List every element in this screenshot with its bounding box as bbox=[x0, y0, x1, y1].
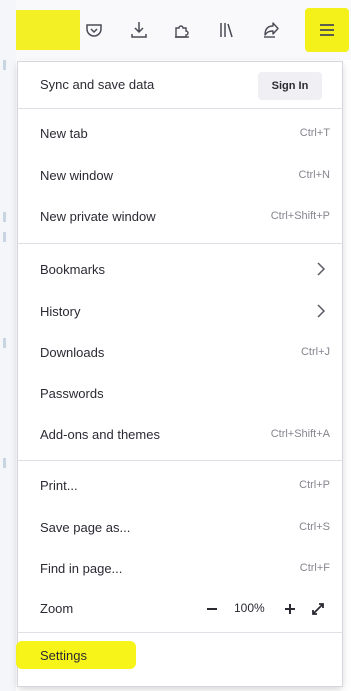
chevron-right-icon bbox=[317, 262, 326, 276]
shortcut-label: Ctrl+T bbox=[299, 127, 330, 139]
shortcut-label: Ctrl+N bbox=[298, 169, 330, 181]
menu-item-find-in-page[interactable]: Find in page... Ctrl+F bbox=[18, 549, 342, 589]
fullscreen-button[interactable] bbox=[306, 597, 330, 621]
menu-item-label: Find in page... bbox=[40, 561, 123, 576]
shortcut-label: Ctrl+F bbox=[299, 562, 330, 574]
zoom-in-button[interactable] bbox=[278, 597, 302, 621]
pocket-icon[interactable] bbox=[80, 16, 108, 44]
extensions-puzzle-icon[interactable] bbox=[168, 16, 196, 44]
menu-item-bookmarks[interactable]: Bookmarks bbox=[18, 250, 342, 290]
menu-item-save-page[interactable]: Save page as... Ctrl+S bbox=[18, 508, 342, 548]
shortcut-label: Ctrl+Shift+P bbox=[270, 210, 330, 222]
menu-item-label: Downloads bbox=[40, 345, 105, 360]
app-menu-panel: Sync and save data Sign In New tab Ctrl+… bbox=[18, 62, 342, 686]
sync-label: Sync and save data bbox=[40, 77, 155, 92]
chevron-right-icon bbox=[317, 304, 326, 318]
yellow-highlight-mark bbox=[16, 10, 80, 50]
menu-item-label: Zoom bbox=[40, 601, 74, 616]
menu-item-passwords[interactable]: Passwords bbox=[18, 374, 342, 414]
menu-item-label: Save page as... bbox=[40, 520, 131, 535]
browser-content-edge bbox=[0, 0, 16, 691]
menu-item-label: New tab bbox=[40, 126, 88, 141]
shortcut-label: Ctrl+S bbox=[299, 521, 330, 533]
plus-icon bbox=[285, 604, 295, 614]
download-icon[interactable] bbox=[125, 16, 153, 44]
sign-in-button[interactable]: Sign In bbox=[258, 72, 322, 100]
menu-item-label: New private window bbox=[40, 209, 156, 224]
menu-separator bbox=[18, 460, 342, 461]
menu-item-downloads[interactable]: Downloads Ctrl+J bbox=[18, 333, 342, 373]
menu-item-settings[interactable]: Settings bbox=[18, 636, 342, 676]
shortcut-label: Ctrl+P bbox=[299, 479, 330, 491]
menu-item-label: Settings bbox=[40, 648, 87, 663]
menu-item-print[interactable]: Print... Ctrl+P bbox=[18, 466, 342, 506]
menu-item-label: Print... bbox=[40, 478, 78, 493]
zoom-out-button[interactable] bbox=[200, 597, 224, 621]
shortcut-label: Ctrl+Shift+A bbox=[270, 428, 330, 440]
menu-item-label: History bbox=[40, 304, 81, 319]
menu-item-zoom: Zoom 100% bbox=[18, 589, 342, 629]
menu-item-label: Passwords bbox=[40, 386, 104, 401]
shortcut-label: Ctrl+J bbox=[300, 346, 330, 358]
fullscreen-arrows-icon bbox=[312, 603, 324, 615]
share-icon[interactable] bbox=[257, 16, 285, 44]
menu-item-label: New window bbox=[40, 168, 113, 183]
zoom-controls: 100% bbox=[182, 595, 332, 623]
menu-item-addons-themes[interactable]: Add-ons and themes Ctrl+Shift+A bbox=[18, 415, 342, 455]
zoom-level-value[interactable]: 100% bbox=[234, 601, 265, 615]
menu-item-label: Add-ons and themes bbox=[40, 427, 160, 442]
menu-separator bbox=[18, 632, 342, 633]
hamburger-menu-icon[interactable] bbox=[313, 16, 341, 44]
menu-item-label: Bookmarks bbox=[40, 262, 106, 277]
menu-separator bbox=[18, 108, 342, 109]
menu-item-history[interactable]: History bbox=[18, 292, 342, 332]
menu-item-new-private-window[interactable]: New private window Ctrl+Shift+P bbox=[18, 197, 342, 237]
sync-row: Sync and save data Sign In bbox=[18, 62, 342, 108]
menu-item-new-window[interactable]: New window Ctrl+N bbox=[18, 156, 342, 196]
library-icon[interactable] bbox=[213, 16, 241, 44]
minus-icon bbox=[207, 608, 217, 610]
menu-item-new-tab[interactable]: New tab Ctrl+T bbox=[18, 114, 342, 154]
menu-separator bbox=[18, 243, 342, 244]
